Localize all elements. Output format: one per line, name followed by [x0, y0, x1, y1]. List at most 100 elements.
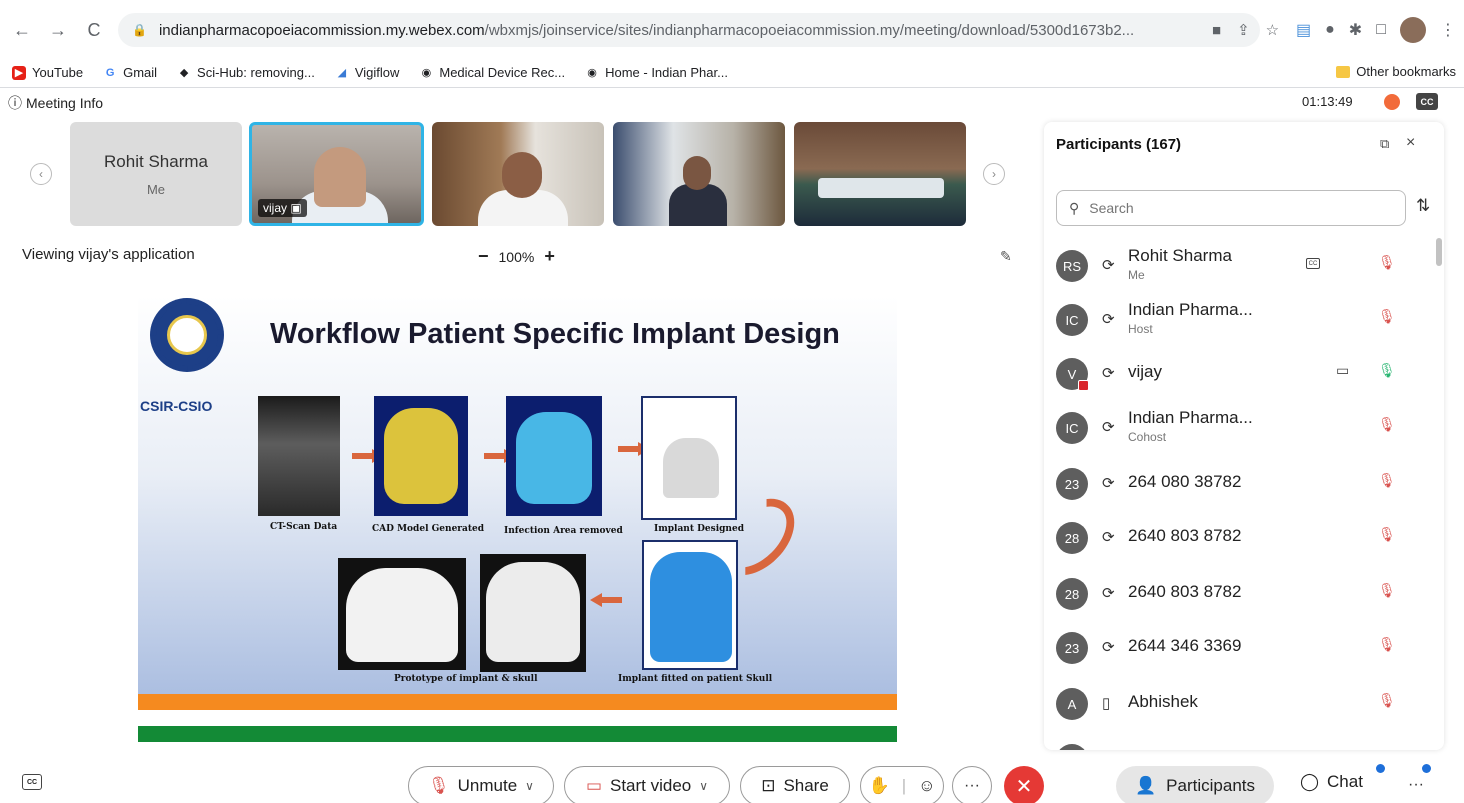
annotate-icon[interactable]: ✎	[1000, 248, 1012, 265]
video-tile-vijay[interactable]: vijay ▣	[249, 122, 424, 226]
recording-badge-icon	[1078, 380, 1089, 391]
bookmark-star-icon[interactable]: ☆	[1266, 21, 1279, 39]
avatar: IC	[1056, 304, 1088, 336]
mic-muted-icon[interactable]: 🎙︎	[1378, 472, 1396, 489]
chevron-down-icon[interactable]: ∨	[699, 779, 708, 793]
viewing-label: Viewing vijay's application	[22, 246, 195, 263]
bookmark-youtube[interactable]: ▶ YouTube	[12, 65, 83, 80]
popout-icon[interactable]: ⧉	[1380, 136, 1389, 152]
chat-button[interactable]: ◯ Chat	[1300, 772, 1363, 792]
flag-band-saffron	[138, 694, 897, 710]
video-tile-self[interactable]: Rohit Sharma Me	[70, 122, 242, 226]
camera-icon[interactable]: ■	[1212, 22, 1221, 39]
end-call-button[interactable]: ✕	[1004, 766, 1044, 803]
conference-table	[818, 178, 944, 198]
mic-muted-icon[interactable]: 🎙︎	[1378, 254, 1396, 271]
participant-row[interactable]: 23 ⟳ 264 080 38782 🎙︎	[1044, 458, 1434, 512]
implant-fitted-image	[642, 540, 738, 670]
participant-row[interactable]: V ⟳ vijay ▭ 🎙︎	[1044, 348, 1434, 402]
participant-name: 264 080 38782	[1128, 472, 1242, 491]
video-tile-participant-3[interactable]	[432, 122, 604, 226]
back-icon[interactable]: ←	[8, 16, 36, 44]
mic-muted-icon[interactable]: 🎙︎	[1378, 416, 1396, 433]
participant-name: Abhishek	[1128, 692, 1198, 711]
more-options-button[interactable]: ···	[952, 766, 992, 803]
address-bar-actions: ■ ⇪ ☆	[1212, 13, 1279, 47]
csir-logo-icon	[150, 298, 224, 372]
share-button[interactable]: ⊡ Share	[740, 766, 850, 803]
prototype-skull-image	[480, 554, 586, 672]
participant-search[interactable]: ⚲	[1056, 190, 1406, 226]
video-tile-participant-4[interactable]	[613, 122, 785, 226]
search-icon: ⚲	[1069, 199, 1080, 216]
participant-role: Me	[1128, 268, 1145, 282]
strip-next-icon[interactable]: ›	[983, 163, 1005, 185]
extension-doc-icon[interactable]: ▤	[1296, 20, 1311, 40]
reload-icon[interactable]: C	[80, 16, 108, 44]
participant-row[interactable]: RS ⟳ Rohit Sharma Me CC 🎙︎	[1044, 240, 1434, 294]
browser-menu-icon[interactable]: ⋮	[1440, 20, 1456, 40]
mic-muted-icon[interactable]: 🎙︎	[1378, 308, 1396, 325]
side-panel-icon[interactable]: □	[1376, 21, 1386, 39]
bookmark-vigiflow[interactable]: ◢ Vigiflow	[335, 65, 400, 80]
raise-hand-icon[interactable]: ✋	[869, 776, 890, 796]
close-icon[interactable]: ×	[1406, 134, 1415, 152]
zoom-in-button[interactable]: +	[544, 246, 555, 267]
bookmark-medical-device[interactable]: ◉ Medical Device Rec...	[419, 65, 566, 80]
address-bar[interactable]: 🔒 indianpharmacopoeiacommission.my.webex…	[118, 13, 1260, 47]
captions-button[interactable]: CC	[22, 774, 42, 790]
participants-title: Participants (167)	[1056, 136, 1182, 153]
start-video-button[interactable]: ▭ Start video ∨	[564, 766, 730, 803]
bookmark-gmail[interactable]: G Gmail	[103, 65, 157, 80]
slide-title: Workflow Patient Specific Implant Design	[270, 318, 840, 350]
chat-icon: ◯	[1300, 772, 1320, 791]
more-notification-dot	[1422, 764, 1431, 773]
mic-muted-icon[interactable]: 🎙︎	[1378, 582, 1396, 599]
extensions-puzzle-icon[interactable]: ✱	[1349, 20, 1362, 40]
recording-indicator-icon[interactable]	[1384, 94, 1400, 110]
profile-avatar[interactable]	[1399, 17, 1426, 43]
participant-name: 2640 803 8782	[1128, 582, 1242, 601]
video-camera-icon[interactable]: ▭	[1336, 362, 1349, 379]
forward-icon[interactable]: →	[44, 16, 72, 44]
share-page-icon[interactable]: ⇪	[1237, 21, 1250, 39]
video-figure-head	[314, 147, 366, 207]
emoji-icon[interactable]: ☺	[918, 776, 935, 796]
audio-connection-icon: ⟳	[1102, 257, 1115, 274]
participant-row[interactable]: IC ⟳ Indian Pharma... Host 🎙︎	[1044, 294, 1434, 348]
participant-row[interactable]: IC ⟳ Indian Pharma... Cohost 🎙︎	[1044, 402, 1434, 456]
info-icon: ⓘ	[8, 95, 22, 111]
strip-prev-icon[interactable]: ‹	[30, 163, 52, 185]
more-button[interactable]: ···	[1408, 776, 1424, 794]
participant-name: Indian Pharma...	[1128, 300, 1253, 319]
participants-button[interactable]: 👤 Participants	[1116, 766, 1274, 803]
participant-row[interactable]: 28 ⟳ 2640 803 8782 🎙︎	[1044, 512, 1434, 566]
mic-muted-icon[interactable]: 🎙︎	[1378, 526, 1396, 543]
participant-row[interactable]: 23 ⟳ 2644 346 3369 🎙︎	[1044, 622, 1434, 676]
mic-muted-icon[interactable]: 🎙︎	[1378, 692, 1396, 709]
participant-row[interactable]: A ▯ Abhishek 🎙︎	[1044, 678, 1434, 732]
zoom-controls: − 100% +	[478, 246, 555, 267]
mic-on-icon[interactable]: 🎙︎	[1378, 362, 1396, 379]
extension-shield-icon[interactable]: ●	[1325, 21, 1335, 39]
other-bookmarks[interactable]: Other bookmarks	[1336, 64, 1456, 79]
search-input[interactable]	[1089, 200, 1370, 216]
audio-connection-icon: ⟳	[1102, 365, 1115, 382]
folder-icon	[1336, 65, 1351, 78]
unmute-button[interactable]: 🎙︎ Unmute ∨	[408, 766, 554, 803]
speaker-name-tag: vijay ▣	[258, 199, 307, 217]
closed-caption-icon[interactable]: CC	[1416, 93, 1438, 110]
chevron-down-icon[interactable]: ∨	[525, 779, 534, 793]
reactions-group: ✋ | ☺	[860, 766, 944, 803]
meeting-info-button[interactable]: ⓘ Meeting Info	[8, 93, 103, 113]
sort-icon[interactable]: ⇅	[1416, 196, 1430, 216]
panel-scrollbar[interactable]	[1436, 238, 1442, 266]
video-tile-conference-room[interactable]	[794, 122, 966, 226]
participant-row[interactable]: 28 ⟳ 2640 803 8782 🎙︎	[1044, 568, 1434, 622]
bookmark-scihub[interactable]: ◆ Sci-Hub: removing...	[177, 65, 315, 80]
mic-muted-icon[interactable]: 🎙︎	[1378, 636, 1396, 653]
infection-removed-image	[506, 396, 602, 516]
bookmark-indian-phar[interactable]: ◉ Home - Indian Phar...	[585, 65, 728, 80]
zoom-out-button[interactable]: −	[478, 246, 489, 267]
participant-role: Cohost	[1128, 430, 1167, 444]
